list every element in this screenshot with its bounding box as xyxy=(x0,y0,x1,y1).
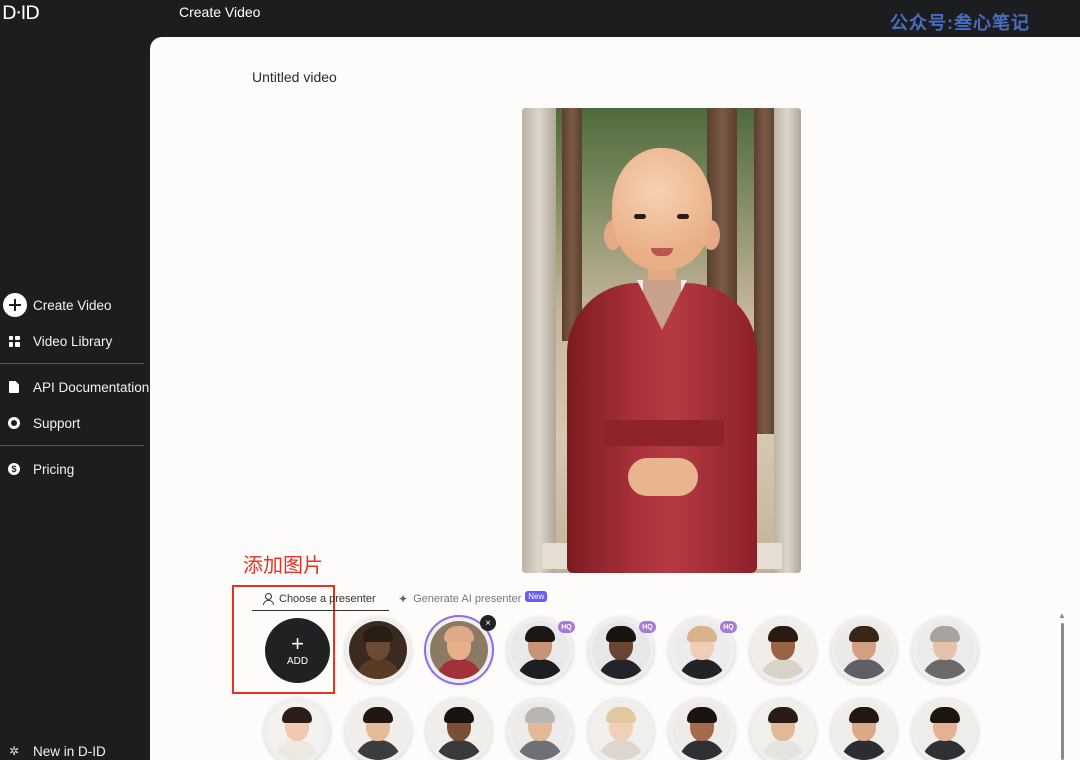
sidebar-divider xyxy=(0,445,144,446)
sidebar-item-label: Video Library xyxy=(33,333,113,349)
sidebar-item-api-documentation[interactable]: API Documentation xyxy=(0,372,150,402)
tab-label: Generate AI presenter xyxy=(413,593,522,605)
sparkle-icon: ✦ xyxy=(398,592,409,606)
avatar-image xyxy=(349,702,407,760)
avatar-image xyxy=(268,702,326,760)
presenter-avatar-man-dark-suit[interactable]: HQ xyxy=(588,617,656,683)
sidebar-divider xyxy=(0,363,144,364)
presenter-avatar-woman-blonde[interactable] xyxy=(588,698,654,760)
scrollbar[interactable] xyxy=(1061,623,1064,760)
sidebar-item-support[interactable]: Support xyxy=(0,408,150,438)
presenter-avatar-man-glasses[interactable] xyxy=(426,698,492,760)
add-label: ADD xyxy=(286,655,309,667)
tab-generate-ai-presenter[interactable]: ✦ Generate AI presenter New xyxy=(398,587,548,611)
sidebar-item-label: New in D-ID xyxy=(33,743,106,759)
plus-circle-icon xyxy=(0,293,28,317)
document-icon xyxy=(0,381,28,393)
sidebar-item-video-library[interactable]: Video Library xyxy=(0,326,150,356)
new-badge: New xyxy=(525,590,548,602)
grid-icon xyxy=(0,335,28,347)
presenter-avatar-woman-long-hair[interactable] xyxy=(345,698,411,760)
tab-choose-presenter[interactable]: Choose a presenter xyxy=(252,587,389,611)
avatar-image xyxy=(916,702,974,760)
avatar-image xyxy=(916,621,974,679)
sidebar-item-new-in-did[interactable]: ✲ New in D-ID xyxy=(0,741,150,760)
remove-presenter-icon[interactable]: × xyxy=(480,615,496,631)
avatar-image xyxy=(835,621,893,679)
video-title[interactable]: Untitled video xyxy=(252,69,337,85)
plus-icon: + xyxy=(291,630,304,656)
presenter-avatar-man-black-suit[interactable]: HQ xyxy=(507,617,575,683)
hq-badge: HQ xyxy=(720,621,737,633)
hq-badge: HQ xyxy=(558,621,575,633)
sidebar-item-label: Pricing xyxy=(33,461,75,477)
editor-panel: Untitled video 添加图片 Choose a presenter ✦… xyxy=(150,37,1080,760)
add-presenter-button[interactable]: + ADD xyxy=(265,618,330,683)
page-title: Create Video xyxy=(179,4,261,20)
tab-label: Choose a presenter xyxy=(279,592,376,605)
avatar-image xyxy=(430,621,488,679)
avatar-image xyxy=(754,621,812,679)
sidebar-item-create-video[interactable]: Create Video xyxy=(0,290,150,320)
sidebar-item-label: API Documentation xyxy=(33,379,150,395)
presenter-avatar-woman-gray[interactable] xyxy=(912,617,978,683)
presenter-avatar-man-gray-hair[interactable] xyxy=(507,698,573,760)
scroll-up-icon[interactable]: ▲ xyxy=(1058,611,1066,620)
sidebar-item-label: Create Video xyxy=(33,297,112,313)
presenter-avatar-woman-dark-hair[interactable] xyxy=(912,698,978,760)
lifebuoy-icon xyxy=(0,417,28,429)
watermark-text: 公众号:叁心笔记 xyxy=(890,13,1030,33)
presenter-avatar-man-vest[interactable] xyxy=(831,698,897,760)
presenter-avatar-monk-candle[interactable] xyxy=(345,617,411,683)
presenter-avatar-woman-blazer[interactable]: HQ xyxy=(669,617,737,683)
presenter-avatar-man-beard[interactable] xyxy=(831,617,897,683)
avatar-image xyxy=(349,621,407,679)
presenter-avatar-man-smile[interactable] xyxy=(669,698,735,760)
person-icon xyxy=(262,593,274,605)
presenter-avatar-woman-smile[interactable] xyxy=(264,698,330,760)
sidebar-item-label: Support xyxy=(33,415,81,431)
presenter-preview-image xyxy=(522,108,801,573)
dollar-icon: $ xyxy=(0,463,28,475)
did-logo[interactable]: D·ID xyxy=(2,2,40,24)
sidebar-item-pricing[interactable]: $ Pricing xyxy=(0,454,150,484)
avatar-image xyxy=(835,702,893,760)
avatar-image xyxy=(430,702,488,760)
presenter-avatar-man-young[interactable] xyxy=(750,698,816,760)
avatar-image xyxy=(673,702,731,760)
avatar-image xyxy=(511,702,569,760)
avatar-image xyxy=(754,702,812,760)
annotation-label: 添加图片 xyxy=(243,553,323,577)
presenter-avatar-woman-curly[interactable] xyxy=(750,617,816,683)
sparkle-icon: ✲ xyxy=(8,744,20,758)
hq-badge: HQ xyxy=(639,621,656,633)
avatar-image xyxy=(592,702,650,760)
presenter-avatar-young-monk[interactable]: × xyxy=(426,615,496,683)
